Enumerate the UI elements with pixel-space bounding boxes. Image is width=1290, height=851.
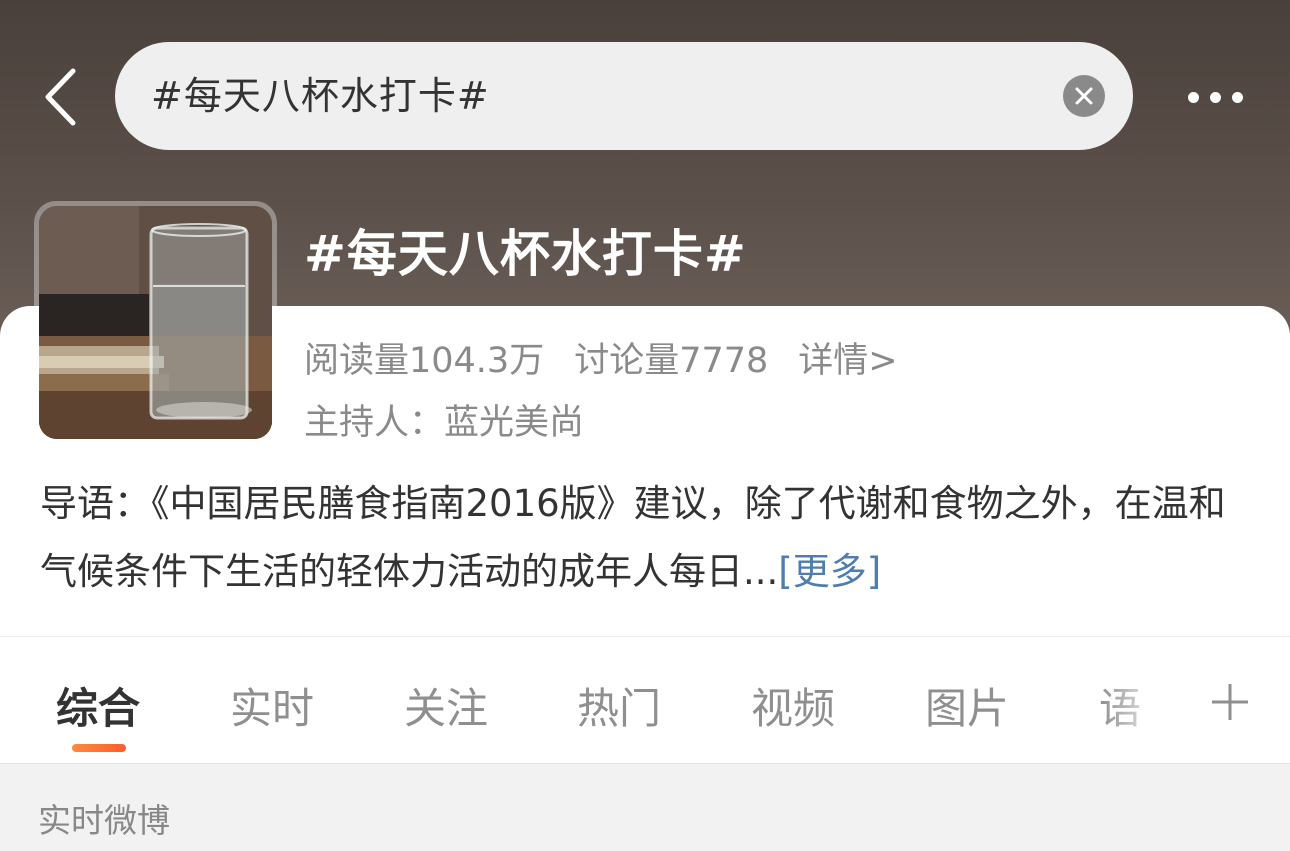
back-button[interactable]: [30, 62, 90, 132]
intro-text: 导语：《中国居民膳食指南2016版》建议，除了代谢和食物之外，在温和气候条件下生…: [40, 482, 1226, 593]
tab-video[interactable]: 视频: [751, 675, 835, 736]
tab-following[interactable]: 关注: [404, 675, 488, 736]
topic-intro: 导语：《中国居民膳食指南2016版》建议，除了代谢和食物之外，在温和气候条件下生…: [40, 470, 1240, 606]
tab-hot[interactable]: 热门: [577, 675, 661, 736]
section-title: 实时微博: [38, 801, 170, 840]
details-link[interactable]: 详情>: [798, 332, 897, 383]
more-dot-icon: [1209, 91, 1221, 103]
more-options-button[interactable]: [1170, 72, 1260, 122]
active-tab-indicator: [72, 744, 126, 752]
search-query-text: #每天八杯水打卡#: [151, 74, 490, 118]
clear-search-button[interactable]: [1063, 75, 1105, 117]
more-dot-icon: [1187, 91, 1199, 103]
tab-images[interactable]: 图片: [925, 675, 1009, 736]
topic-thumbnail[interactable]: [34, 201, 277, 444]
realtime-weibo-section: 实时微博: [0, 763, 1290, 851]
read-count: 阅读量104.3万: [304, 341, 545, 381]
tab-comprehensive[interactable]: 综合: [56, 675, 140, 736]
plus-icon: [1212, 684, 1248, 720]
chevron-left-icon: [45, 68, 76, 126]
topic-title: #每天八杯水打卡#: [304, 225, 747, 283]
glass-of-water-image: [39, 206, 272, 439]
intro-more-link[interactable]: [更多]: [778, 550, 881, 593]
tab-bar: 综合 实时 关注 热门 视频 图片 语: [0, 636, 1290, 763]
topic-host: 主持人：蓝光美尚: [304, 403, 585, 443]
close-icon: [1075, 87, 1093, 105]
topic-stats: 阅读量104.3万 讨论量7778 详情>: [304, 332, 898, 383]
discussion-count: 讨论量7778: [574, 341, 769, 381]
tab-overflow-fade: [1100, 650, 1180, 750]
tab-realtime[interactable]: 实时: [230, 675, 314, 736]
add-tab-button[interactable]: [1200, 672, 1260, 732]
more-dot-icon: [1231, 91, 1243, 103]
search-input[interactable]: #每天八杯水打卡#: [115, 42, 1133, 150]
